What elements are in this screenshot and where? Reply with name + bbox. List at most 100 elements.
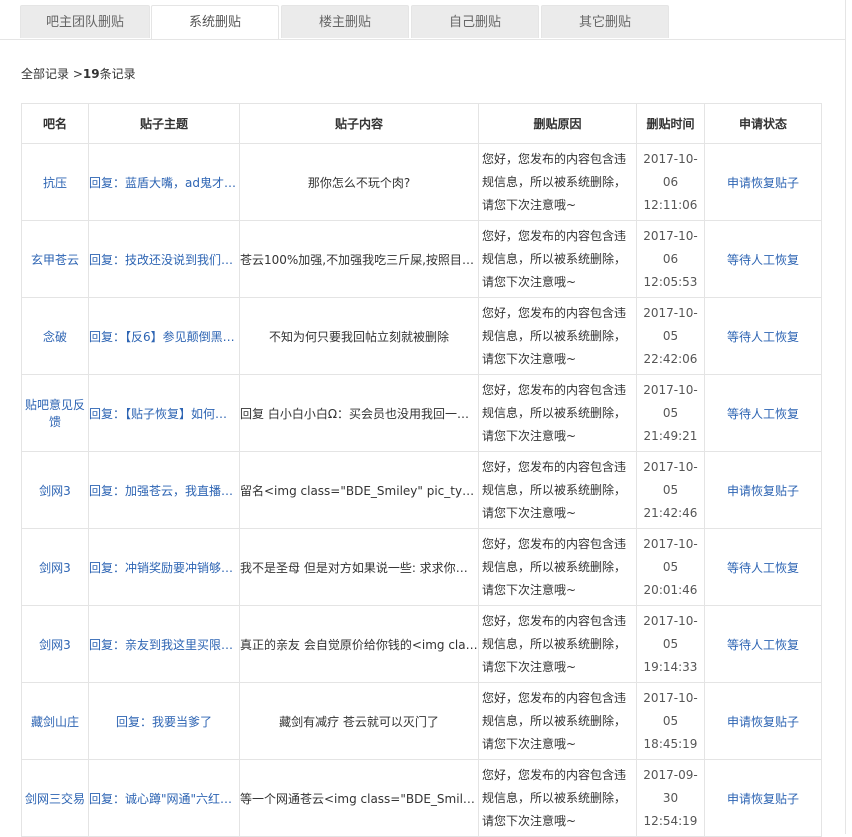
delete-reason: 您好，您发布的内容包含违规信息，所以被系统删除，请您下次注意哦~	[478, 374, 637, 452]
tab-louzhu[interactable]: 楼主删贴	[281, 5, 409, 38]
status-text: 等待人工恢复	[704, 605, 822, 683]
delete-clock: 19:14:33	[643, 659, 698, 674]
delete-reason: 您好，您发布的内容包含违规信息，所以被系统删除，请您下次注意哦~	[478, 759, 637, 837]
topic-link[interactable]: 回复：亲友到我这里买限量外观	[89, 636, 239, 653]
tab-self[interactable]: 自己删贴	[411, 5, 539, 38]
post-content: 等一个网通苍云<img class="BDE_Smiley" pic_type=…	[240, 791, 478, 806]
tab-other[interactable]: 其它删贴	[541, 5, 669, 38]
table-row: 藏剑山庄 回复：我要当爹了 藏剑有减疗 苍云就可以灭门了 您好，您发布的内容包含…	[21, 682, 822, 760]
bar-name-link[interactable]: 念破	[21, 297, 89, 375]
header-status: 申请状态	[704, 103, 822, 144]
post-content: 那你怎么不玩个肉?	[307, 175, 411, 190]
delete-clock: 21:42:46	[643, 505, 698, 520]
bar-name-link[interactable]: 藏剑山庄	[21, 682, 89, 760]
delete-clock: 22:42:06	[643, 351, 698, 366]
post-content: 回复 白小白小白Ω：买会员也没用我回一个删一个	[240, 406, 478, 421]
table-row: 剑网3 回复：冲销奖励要冲销够了才给吗 我不是圣母 但是对方如果说一些: 求求你…	[21, 528, 822, 606]
delete-clock: 18:45:19	[643, 736, 698, 751]
record-summary: 全部记录 >19条记录	[21, 65, 136, 82]
topic-link[interactable]: 回复：技改还没说到我们苍云呢	[89, 251, 239, 268]
post-content: 不知为何只要我回帖立刻就被删除	[268, 329, 449, 344]
topic-link[interactable]: 回复：【反6】参见颠倒黑白的大佬	[89, 328, 239, 345]
delete-clock: 20:01:46	[643, 582, 698, 597]
delete-reason: 您好，您发布的内容包含违规信息，所以被系统删除，请您下次注意哦~	[478, 220, 637, 298]
header-time: 删贴时间	[636, 103, 705, 144]
bar-name-link[interactable]: 剑网3	[21, 605, 89, 683]
bar-name-link[interactable]: 剑网三交易	[21, 759, 89, 837]
delete-time: 2017-10-05 19:14:33	[636, 605, 705, 683]
post-content: 我不是圣母 但是对方如果说一些: 求求你了 放过我吧	[240, 560, 478, 575]
status-text: 等待人工恢复	[704, 528, 822, 606]
record-count: 19	[82, 67, 100, 81]
delete-clock: 12:54:19	[643, 813, 698, 828]
table-row: 抗压 回复：蓝盾大嘴，ad鬼才iboy，中国神... 那你怎么不玩个肉? 您好，…	[21, 143, 822, 221]
bar-name-link[interactable]: 抗压	[21, 143, 89, 221]
status-link[interactable]: 申请恢复贴子	[704, 682, 822, 760]
topic-link[interactable]: 回复：冲销奖励要冲销够了才给吗	[89, 559, 239, 576]
status-text: 等待人工恢复	[704, 220, 822, 298]
topic-link[interactable]: 回复：加强苍云，我直播吃屎	[89, 482, 239, 499]
post-content: 藏剑有减疗 苍云就可以灭门了	[279, 714, 439, 729]
status-text: 等待人工恢复	[704, 374, 822, 452]
delete-date: 2017-10-05	[643, 382, 698, 420]
delete-time: 2017-10-05 20:01:46	[636, 528, 705, 606]
summary-suffix: 条记录	[99, 67, 136, 81]
topic-link[interactable]: 回复：诚心蹲"网通"六红衣服	[89, 790, 239, 807]
delete-date: 2017-10-05	[643, 305, 698, 343]
delete-reason: 您好，您发布的内容包含违规信息，所以被系统删除，请您下次注意哦~	[478, 682, 637, 760]
status-link[interactable]: 申请恢复贴子	[704, 143, 822, 221]
delete-reason: 您好，您发布的内容包含违规信息，所以被系统删除，请您下次注意哦~	[478, 143, 637, 221]
delete-time: 2017-10-05 22:42:06	[636, 297, 705, 375]
header-topic: 贴子主题	[88, 103, 240, 144]
header-reason: 删贴原因	[478, 103, 637, 144]
post-content: 苍云100%加强,不加强我吃三斤屎,按照目前的情况	[240, 252, 478, 267]
topic-link[interactable]: 回复：蓝盾大嘴，ad鬼才iboy，中国神...	[89, 174, 239, 191]
delete-clock: 12:05:53	[643, 274, 698, 289]
status-link[interactable]: 申请恢复贴子	[704, 451, 822, 529]
delete-date: 2017-10-05	[643, 690, 698, 728]
delete-time: 2017-10-05 21:42:46	[636, 451, 705, 529]
tab-bar: 吧主团队删贴 系统删贴 楼主删贴 自己删贴 其它删贴	[0, 0, 846, 40]
post-content: 留名<img class="BDE_Smiley" pic_type="1" w…	[240, 483, 478, 498]
bar-name-link[interactable]: 剑网3	[21, 528, 89, 606]
table-body: 抗压 回复：蓝盾大嘴，ad鬼才iboy，中国神... 那你怎么不玩个肉? 您好，…	[21, 143, 822, 837]
delete-date: 2017-10-05	[643, 613, 698, 651]
delete-date: 2017-10-06	[643, 151, 698, 189]
delete-clock: 12:11:06	[643, 197, 698, 212]
header-bar-name: 吧名	[21, 103, 89, 144]
delete-time: 2017-09-30 12:54:19	[636, 759, 705, 837]
bar-name-link[interactable]: 贴吧意见反馈	[21, 374, 89, 452]
table-row: 念破 回复：【反6】参见颠倒黑白的大佬 不知为何只要我回帖立刻就被删除 您好，您…	[21, 297, 822, 375]
table-row: 玄甲苍云 回复：技改还没说到我们苍云呢 苍云100%加强,不加强我吃三斤屎,按照…	[21, 220, 822, 298]
delete-date: 2017-10-06	[643, 228, 698, 266]
header-content: 贴子内容	[239, 103, 479, 144]
deleted-posts-table: 吧名 贴子主题 贴子内容 删贴原因 删贴时间 申请状态 抗压 回复：蓝盾大嘴，a…	[21, 103, 822, 837]
delete-clock: 21:49:21	[643, 428, 698, 443]
delete-reason: 您好，您发布的内容包含违规信息，所以被系统删除，请您下次注意哦~	[478, 297, 637, 375]
bar-name-link[interactable]: 剑网3	[21, 451, 89, 529]
delete-time: 2017-10-05 18:45:19	[636, 682, 705, 760]
bar-name-link[interactable]: 玄甲苍云	[21, 220, 89, 298]
delete-reason: 您好，您发布的内容包含违规信息，所以被系统删除，请您下次注意哦~	[478, 605, 637, 683]
status-text: 等待人工恢复	[704, 297, 822, 375]
table-row: 剑网三交易 回复：诚心蹲"网通"六红衣服 等一个网通苍云<img class="…	[21, 759, 822, 837]
delete-time: 2017-10-05 21:49:21	[636, 374, 705, 452]
table-row: 贴吧意见反馈 回复：【贴子恢复】如何申请恢复贴子 回复 白小白小白Ω：买会员也没…	[21, 374, 822, 452]
tab-bazhu-team[interactable]: 吧主团队删贴	[20, 5, 150, 38]
delete-date: 2017-09-30	[643, 767, 698, 805]
post-content: 真正的亲友 会自觉原价给你钱的<img class="BDE_Smiley">	[240, 637, 478, 652]
delete-reason: 您好，您发布的内容包含违规信息，所以被系统删除，请您下次注意哦~	[478, 451, 637, 529]
tab-system[interactable]: 系统删贴	[151, 5, 279, 39]
summary-prefix: 全部记录 >	[21, 67, 83, 81]
delete-reason: 您好，您发布的内容包含违规信息，所以被系统删除，请您下次注意哦~	[478, 528, 637, 606]
delete-date: 2017-10-05	[643, 536, 698, 574]
delete-date: 2017-10-05	[643, 459, 698, 497]
status-link[interactable]: 申请恢复贴子	[704, 759, 822, 837]
delete-time: 2017-10-06 12:11:06	[636, 143, 705, 221]
table-row: 剑网3 回复：亲友到我这里买限量外观 真正的亲友 会自觉原价给你钱的<img c…	[21, 605, 822, 683]
table-header-row: 吧名 贴子主题 贴子内容 删贴原因 删贴时间 申请状态	[21, 103, 822, 144]
topic-link[interactable]: 回复：我要当爹了	[89, 713, 239, 730]
delete-time: 2017-10-06 12:05:53	[636, 220, 705, 298]
right-divider	[845, 0, 846, 834]
topic-link[interactable]: 回复：【贴子恢复】如何申请恢复贴子	[89, 405, 239, 422]
